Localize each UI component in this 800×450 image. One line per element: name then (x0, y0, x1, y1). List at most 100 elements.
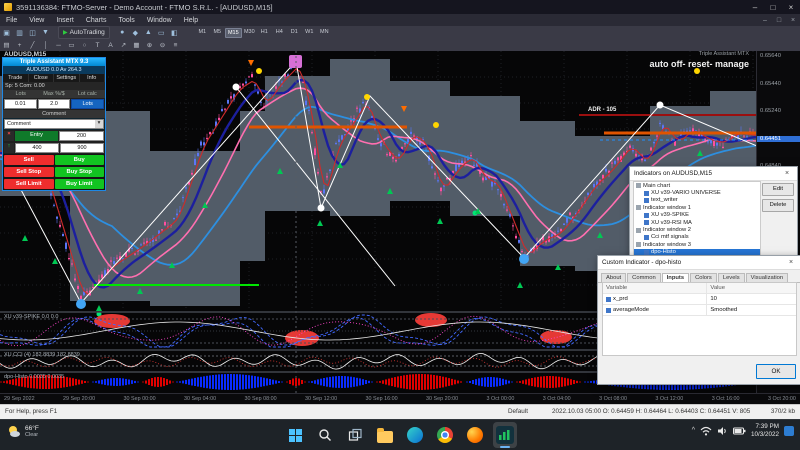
drawing-tool-icon[interactable]: ▤ (1, 41, 12, 49)
drawing-tool-icon[interactable]: ○ (79, 42, 90, 49)
param-value[interactable]: 10 (707, 296, 796, 302)
dialog-tab[interactable]: Visualization (745, 273, 789, 282)
table-row[interactable]: averageMode Smoothed (603, 305, 796, 316)
drawing-tool-icon[interactable]: T (92, 42, 103, 49)
toolbar-icon[interactable]: ▣ (1, 29, 12, 37)
entry-input[interactable]: 200 (59, 131, 104, 141)
notification-badge[interactable] (784, 425, 794, 436)
drawing-tool-icon[interactable]: ▦ (131, 41, 142, 49)
child-close-button[interactable]: × (786, 17, 800, 24)
sell-limit-button[interactable]: Sell Limit (4, 179, 54, 189)
tree-item-indicator-window-2[interactable]: Indicator window 2 (634, 226, 760, 233)
toolbar-icon[interactable]: ▭ (156, 29, 167, 37)
minimize-button[interactable]: – (746, 3, 764, 12)
timeframe-button[interactable]: H1 (257, 28, 272, 38)
tree-item-indicator-window-1[interactable]: Indicator window 1 (634, 204, 760, 211)
drawing-tool-icon[interactable]: ▭ (66, 41, 77, 49)
volume-icon[interactable] (717, 426, 728, 436)
drawing-tool-icon[interactable]: ⊕ (144, 41, 155, 49)
toolbar-icon[interactable]: ▼ (40, 29, 51, 36)
child-minimize-button[interactable]: – (758, 17, 772, 24)
comment-select[interactable]: Comment ▾ (4, 119, 104, 129)
lots-input[interactable]: 0.01 (4, 99, 37, 109)
drawing-tool-icon[interactable]: │ (40, 42, 51, 49)
autotrading-button[interactable]: ▶ AutoTrading (58, 26, 110, 39)
start-button[interactable] (283, 422, 307, 448)
weather-widget[interactable]: 66°F Clear (6, 424, 39, 439)
chrome-button[interactable] (433, 422, 457, 448)
timeframe-button[interactable]: M15 (224, 27, 242, 38)
file-explorer-button[interactable] (373, 422, 397, 448)
dialog-tab[interactable]: Common (627, 273, 661, 282)
menu-item[interactable]: Tools (112, 17, 140, 24)
table-row[interactable]: x_prd 10 (603, 294, 796, 305)
drawing-tool-icon[interactable]: ╱ (27, 41, 38, 49)
edge-button[interactable] (403, 422, 427, 448)
dialog-tab[interactable]: Inputs (661, 273, 690, 282)
wifi-icon[interactable] (700, 426, 712, 436)
toolbar-icon[interactable]: ◧ (169, 29, 180, 37)
dialog-tab[interactable]: Levels (717, 273, 745, 282)
timeframe-button[interactable]: D1 (287, 28, 302, 38)
panel-tab[interactable]: Trade (3, 74, 29, 82)
menu-item[interactable]: File (0, 17, 23, 24)
panel-tab[interactable]: Info (80, 74, 105, 82)
indicators-dialog-close-icon[interactable]: × (781, 170, 793, 177)
tree-item-text-writer[interactable]: text_writer (634, 197, 760, 204)
indicators-dialog-titlebar[interactable]: Indicators on AUDUSD,M15 × (630, 167, 797, 181)
search-button[interactable] (313, 422, 337, 448)
tree-item-main-chart[interactable]: Main chart (634, 182, 760, 189)
sell-button[interactable]: Sell (4, 155, 54, 165)
timeframe-button[interactable]: W1 (302, 28, 317, 38)
buy-button[interactable]: Buy (54, 155, 104, 165)
toolbar-icon[interactable]: ● (117, 29, 128, 36)
panel-title[interactable]: Triple Assistant MTX 9.3 (3, 58, 105, 66)
timeframe-button[interactable]: MN (317, 28, 332, 38)
drawing-tool-icon[interactable]: ↗ (118, 41, 129, 49)
timeframe-button[interactable]: M5 (210, 28, 225, 38)
sell-stop-button[interactable]: Sell Stop (4, 167, 54, 177)
drawing-tool-icon[interactable]: ─ (53, 42, 64, 49)
lots-button[interactable]: Lots (71, 99, 105, 109)
param-value[interactable]: Smoothed (707, 307, 796, 313)
mt5-taskbar-button[interactable] (493, 422, 517, 448)
panel-tab[interactable]: Settings (54, 74, 80, 82)
drawing-tool-icon[interactable]: + (14, 42, 25, 49)
dialog-tab[interactable]: Colors (690, 273, 717, 282)
menu-item[interactable]: Help (178, 17, 204, 24)
battery-icon[interactable] (732, 427, 746, 435)
dialog-tab[interactable]: About (601, 273, 627, 282)
menu-item[interactable]: Charts (80, 17, 113, 24)
task-view-button[interactable] (343, 422, 367, 448)
firefox-button[interactable] (463, 422, 487, 448)
tree-item-cci-mtf[interactable]: Cci mtf signals (634, 234, 760, 241)
timeframe-button[interactable]: H4 (272, 28, 287, 38)
drawing-tool-icon[interactable]: ⊖ (157, 41, 168, 49)
ok-button[interactable]: OK (756, 364, 796, 379)
buy-limit-button[interactable]: Buy Limit (54, 179, 104, 189)
custom-dialog-titlebar[interactable]: Custom Indicator - dpo-histo × (598, 256, 800, 270)
tp-input[interactable]: 900 (60, 143, 104, 153)
child-restore-button[interactable]: □ (772, 17, 786, 24)
toolbar-icon[interactable]: ▥ (14, 29, 25, 37)
maximize-button[interactable]: □ (764, 3, 782, 12)
tree-item-indicator-window-3[interactable]: Indicator window 3 (634, 241, 760, 248)
menu-item[interactable]: Window (141, 17, 178, 24)
sl-input[interactable]: 400 (15, 143, 59, 153)
menu-item[interactable]: View (23, 17, 50, 24)
timeframe-button[interactable]: M1 (195, 28, 210, 38)
tray-chevron-icon[interactable]: ^ (692, 427, 695, 434)
toolbar-icon[interactable]: ◫ (27, 29, 38, 37)
tree-item-vario-universe[interactable]: XU v39-VARIO UNIVERSE (634, 189, 760, 196)
toolbar-icon[interactable]: ▲ (143, 29, 154, 36)
tree-item-rsi-ma[interactable]: XU v39-RSI MA (634, 219, 760, 226)
menu-item[interactable]: Insert (50, 17, 80, 24)
buy-stop-button[interactable]: Buy Stop (54, 167, 104, 177)
toolbar-icon[interactable]: ◆ (130, 29, 141, 37)
panel-tab[interactable]: Close (29, 74, 54, 82)
risk-input[interactable]: 2.0 (37, 99, 71, 109)
time-axis[interactable]: 29 Sep 2022 29 Sep 20:00 30 Sep 00:00 30 Se… (0, 393, 800, 404)
drawing-tool-icon[interactable]: ≡ (170, 42, 181, 49)
close-button[interactable]: × (782, 3, 800, 12)
drawing-tool-icon[interactable]: A (105, 42, 116, 49)
